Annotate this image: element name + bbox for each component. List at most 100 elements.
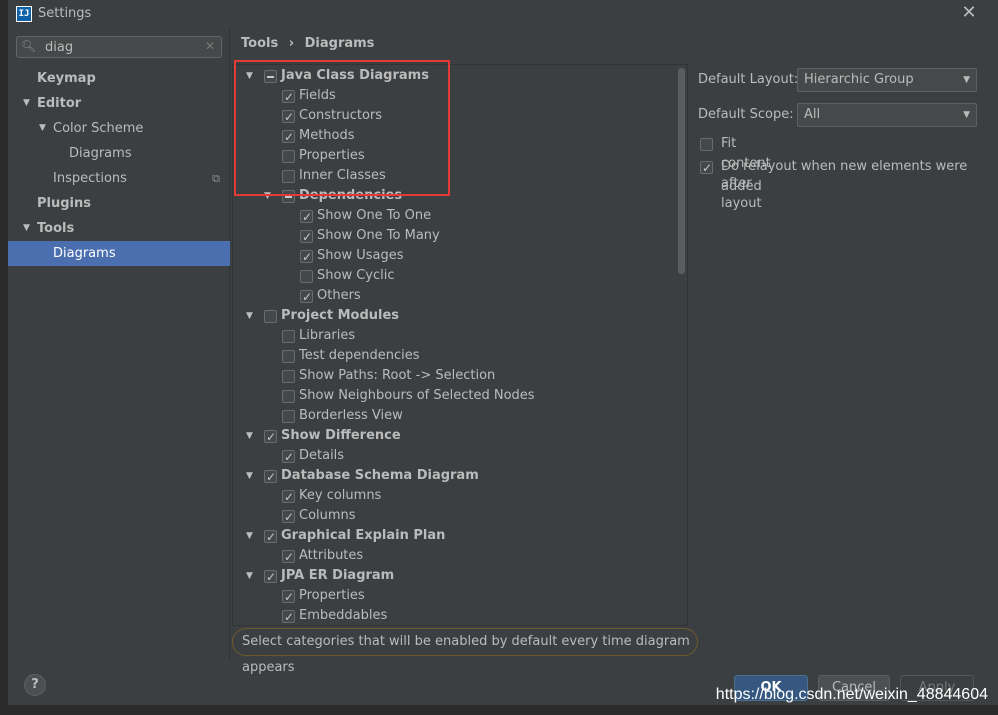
- expand-arrow-icon[interactable]: ▼: [23, 216, 30, 241]
- category-checkbox[interactable]: [282, 350, 295, 363]
- sidebar-item-tools-diagrams[interactable]: Diagrams: [8, 241, 230, 266]
- sidebar-item-plugins[interactable]: Plugins: [8, 191, 230, 216]
- background-ide-strip: [0, 0, 8, 715]
- tree-item-label: Embeddables: [299, 608, 388, 623]
- sidebar-item-editor[interactable]: ▼ Editor: [8, 91, 230, 116]
- help-button[interactable]: ?: [24, 674, 46, 696]
- category-checkbox[interactable]: [282, 87, 295, 107]
- category-checkbox[interactable]: [282, 607, 295, 627]
- tree-item-label: Test dependencies: [299, 348, 420, 363]
- breadcrumb-parent[interactable]: Tools: [241, 36, 278, 51]
- category-checkbox[interactable]: [282, 190, 295, 203]
- category-checkbox[interactable]: [300, 287, 313, 307]
- default-layout-label: Default Layout:: [698, 72, 799, 87]
- tree-item-label: Constructors: [299, 108, 383, 123]
- category-checkbox[interactable]: [300, 270, 313, 283]
- tree-item-label: Show One To One: [317, 208, 432, 223]
- sidebar-item-tools[interactable]: ▼ Tools: [8, 216, 230, 241]
- category-checkbox[interactable]: [282, 170, 295, 183]
- tree-item-label: Show One To Many: [317, 228, 440, 243]
- category-checkbox[interactable]: [282, 547, 295, 567]
- default-scope-label: Default Scope:: [698, 107, 794, 122]
- search-input[interactable]: [45, 38, 195, 56]
- category-checkbox[interactable]: [264, 567, 277, 587]
- tree-item-label: Graphical Explain Plan: [281, 528, 446, 543]
- tree-item-label: Key columns: [299, 488, 382, 503]
- project-settings-icon: ⧉: [212, 172, 220, 185]
- category-checkbox[interactable]: [282, 330, 295, 343]
- category-checkbox[interactable]: [264, 527, 277, 547]
- tree-item-label: Show Neighbours of Selected Nodes: [299, 388, 535, 403]
- expand-arrow-icon[interactable]: ▼: [246, 426, 253, 446]
- category-checkbox[interactable]: [282, 390, 295, 403]
- category-checkbox[interactable]: [282, 587, 295, 607]
- category-checkbox[interactable]: [282, 127, 295, 147]
- category-checkbox[interactable]: [282, 150, 295, 163]
- background-ide-bottom: [0, 705, 998, 715]
- default-scope-dropdown[interactable]: All ▼: [797, 103, 977, 127]
- tree-item-label: Show Cyclic: [317, 268, 395, 283]
- category-checkbox[interactable]: [282, 107, 295, 127]
- sidebar-item-label: Keymap: [37, 71, 96, 86]
- tree-item-label: JPA ER Diagram: [281, 568, 395, 583]
- expand-arrow-icon[interactable]: ▼: [23, 91, 30, 116]
- sidebar-item-color-scheme[interactable]: ▼ Color Scheme: [8, 116, 230, 141]
- sidebar-item-label: Tools: [37, 221, 75, 236]
- tree-item-label: Methods: [299, 128, 355, 143]
- tree-item-label: Properties: [299, 588, 365, 603]
- breadcrumb-current: Diagrams: [304, 36, 375, 51]
- category-checkbox[interactable]: [282, 507, 295, 527]
- expand-arrow-icon[interactable]: ▼: [246, 526, 253, 546]
- tree-item-label: Others: [317, 288, 361, 303]
- tree-item-label: Properties: [299, 148, 365, 163]
- tree-item-label: Inner Classes: [299, 168, 386, 183]
- expand-arrow-icon[interactable]: ▼: [264, 186, 271, 206]
- chevron-down-icon: ▼: [963, 75, 970, 85]
- category-checkbox[interactable]: [264, 467, 277, 487]
- expand-arrow-icon[interactable]: ▼: [246, 306, 253, 326]
- category-checkbox[interactable]: [282, 447, 295, 467]
- tree-item-label: Details: [299, 448, 345, 463]
- category-checkbox[interactable]: [282, 410, 295, 423]
- category-checkbox[interactable]: [264, 70, 277, 83]
- tree-item-label: Java Class Diagrams: [281, 68, 429, 83]
- tree-item-label: Show Paths: Root -> Selection: [299, 368, 496, 383]
- search-field[interactable]: 🔍︎ ✕: [16, 36, 222, 58]
- category-checkbox[interactable]: [282, 487, 295, 507]
- search-icon: 🔍︎: [21, 39, 37, 53]
- expand-arrow-icon[interactable]: ▼: [246, 566, 253, 586]
- default-layout-dropdown[interactable]: Hierarchic Group ▼: [797, 68, 977, 92]
- sidebar-item-label: Plugins: [37, 196, 91, 211]
- expand-arrow-icon[interactable]: ▼: [246, 66, 253, 86]
- clear-search-icon[interactable]: ✕: [205, 39, 215, 53]
- category-checkbox[interactable]: [300, 207, 313, 227]
- expand-arrow-icon[interactable]: ▼: [39, 116, 46, 141]
- sidebar-item-keymap[interactable]: Keymap: [8, 66, 230, 91]
- relayout-option[interactable]: Do relayout when new elements were added: [700, 157, 990, 194]
- category-checkbox[interactable]: [264, 310, 277, 323]
- category-checkbox[interactable]: [282, 370, 295, 383]
- intellij-app-icon: IJ: [16, 6, 32, 22]
- category-checkbox[interactable]: [300, 247, 313, 267]
- relayout-label: Do relayout when new elements were added: [721, 159, 968, 194]
- expand-arrow-icon[interactable]: ▼: [246, 466, 253, 486]
- tree-item-label: Libraries: [299, 328, 356, 343]
- watermark-text: https://blog.csdn.net/weixin_48844604: [715, 686, 988, 703]
- sidebar-item-label: Color Scheme: [53, 121, 144, 136]
- fit-content-checkbox[interactable]: [700, 138, 713, 151]
- sidebar-item-label: Diagrams: [53, 246, 116, 261]
- sidebar-item-inspections[interactable]: Inspections ⧉: [8, 166, 230, 191]
- tree-item-label: Dependencies: [299, 188, 403, 203]
- category-checkbox[interactable]: [300, 227, 313, 247]
- tree-item-label: Show Usages: [317, 248, 404, 263]
- close-icon[interactable]: ✕: [958, 2, 980, 24]
- title-bar: IJ Settings ✕: [8, 0, 998, 28]
- sidebar-item-label: Editor: [37, 96, 82, 111]
- category-checkbox[interactable]: [264, 427, 277, 447]
- relayout-checkbox[interactable]: [700, 158, 713, 178]
- breadcrumb: Tools › Diagrams: [241, 36, 380, 51]
- sidebar-item-color-scheme-diagrams[interactable]: Diagrams: [8, 141, 230, 166]
- tree-scrollbar[interactable]: [678, 68, 685, 274]
- tree-item-label: Attributes: [299, 548, 364, 563]
- breadcrumb-separator: ›: [288, 36, 295, 51]
